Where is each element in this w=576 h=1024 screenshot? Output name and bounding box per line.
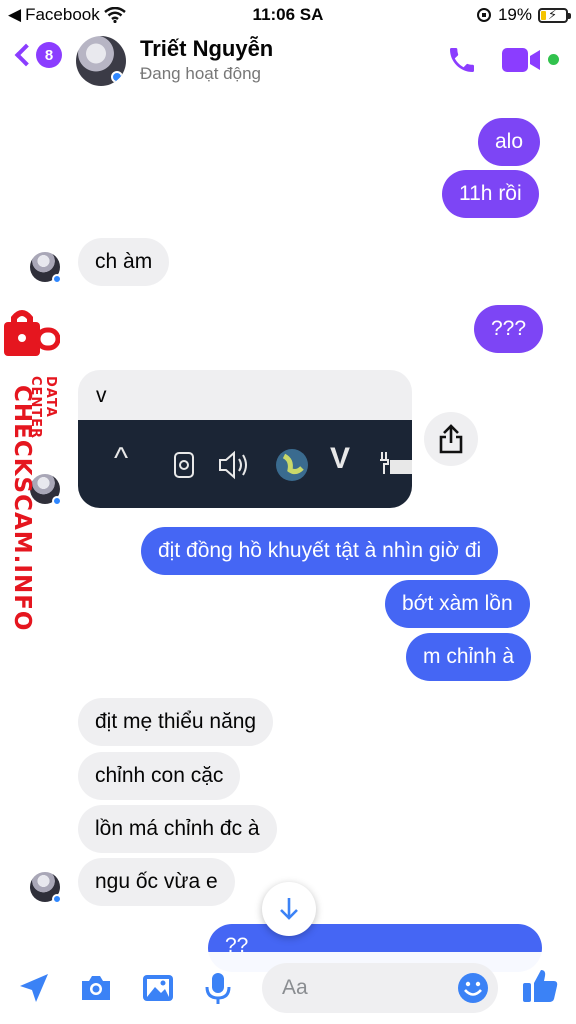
contact-name[interactable]: Triết Nguyễn (140, 36, 273, 62)
battery-icon: ⚡ (538, 7, 571, 23)
chat-header: 8 Triết Nguyễn Đang hoạt động (0, 30, 576, 92)
outgoing-message[interactable]: địt đồng hồ khuyết tật à nhìn giờ đi (141, 527, 499, 575)
verified-icon (52, 274, 62, 284)
back-button[interactable]: 8 (12, 42, 62, 68)
message-input-container[interactable] (262, 963, 498, 1013)
speaker-icon (219, 450, 247, 480)
battery-charging-icon (380, 452, 412, 474)
arrow-down-icon (280, 898, 298, 920)
verified-icon (52, 496, 62, 506)
chevron-left-icon (14, 43, 38, 67)
sender-avatar[interactable] (30, 252, 62, 284)
thumbs-up-icon[interactable] (520, 966, 560, 1006)
status-bar: ◀ Facebook 11:06 SA 19% ⚡ (0, 0, 576, 30)
sender-avatar[interactable] (30, 872, 62, 904)
chevron-up-icon: ^ (114, 442, 129, 475)
incoming-message[interactable]: chỉnh con cặc (78, 752, 241, 800)
outgoing-message[interactable]: bớt xàm lồn (385, 580, 530, 628)
attachment-caption: v (96, 384, 107, 407)
incoming-message[interactable]: lồn má chỉnh đc à (78, 805, 277, 853)
incoming-message[interactable]: ngu ốc vừa e (78, 858, 235, 906)
microphone-icon[interactable] (200, 970, 236, 1006)
phone-icon[interactable] (446, 44, 478, 76)
incoming-message[interactable]: ch àm (78, 238, 170, 286)
unread-badge: 8 (36, 42, 62, 68)
contact-status: Đang hoạt động (140, 64, 261, 83)
message-composer (0, 952, 576, 1024)
message-input[interactable] (282, 971, 452, 1005)
verified-icon (111, 71, 123, 83)
battery-percent: 19% (497, 5, 532, 24)
image-attachment-message[interactable]: v ^ V (78, 370, 412, 508)
online-indicator (548, 54, 559, 65)
vpn-app-icon: V (330, 442, 351, 475)
webcam-icon (174, 452, 194, 478)
camera-icon[interactable] (78, 970, 114, 1006)
send-location-icon[interactable] (16, 970, 52, 1006)
lock-icon (4, 310, 60, 356)
scroll-to-bottom-button[interactable] (262, 882, 316, 936)
gallery-icon[interactable] (140, 970, 176, 1006)
outgoing-message[interactable]: alo (478, 118, 541, 166)
verified-icon (52, 894, 62, 904)
outgoing-message[interactable]: ??? (474, 305, 544, 353)
taskbar-screenshot: ^ V (78, 420, 412, 508)
globe-app-icon (276, 449, 308, 481)
orientation-lock-icon (476, 8, 491, 22)
share-icon (439, 424, 463, 454)
incoming-message[interactable]: địt mẹ thiểu năng (78, 698, 274, 746)
contact-avatar[interactable] (76, 36, 126, 86)
outgoing-message[interactable]: m chỉnh à (406, 633, 532, 681)
outgoing-message[interactable]: 11h rồi (442, 170, 539, 218)
watermark-text: CHECKSCAM.INFO (9, 385, 35, 632)
emoji-icon[interactable] (456, 971, 490, 1005)
video-call-icon[interactable] (502, 46, 542, 74)
share-button[interactable] (424, 412, 478, 466)
